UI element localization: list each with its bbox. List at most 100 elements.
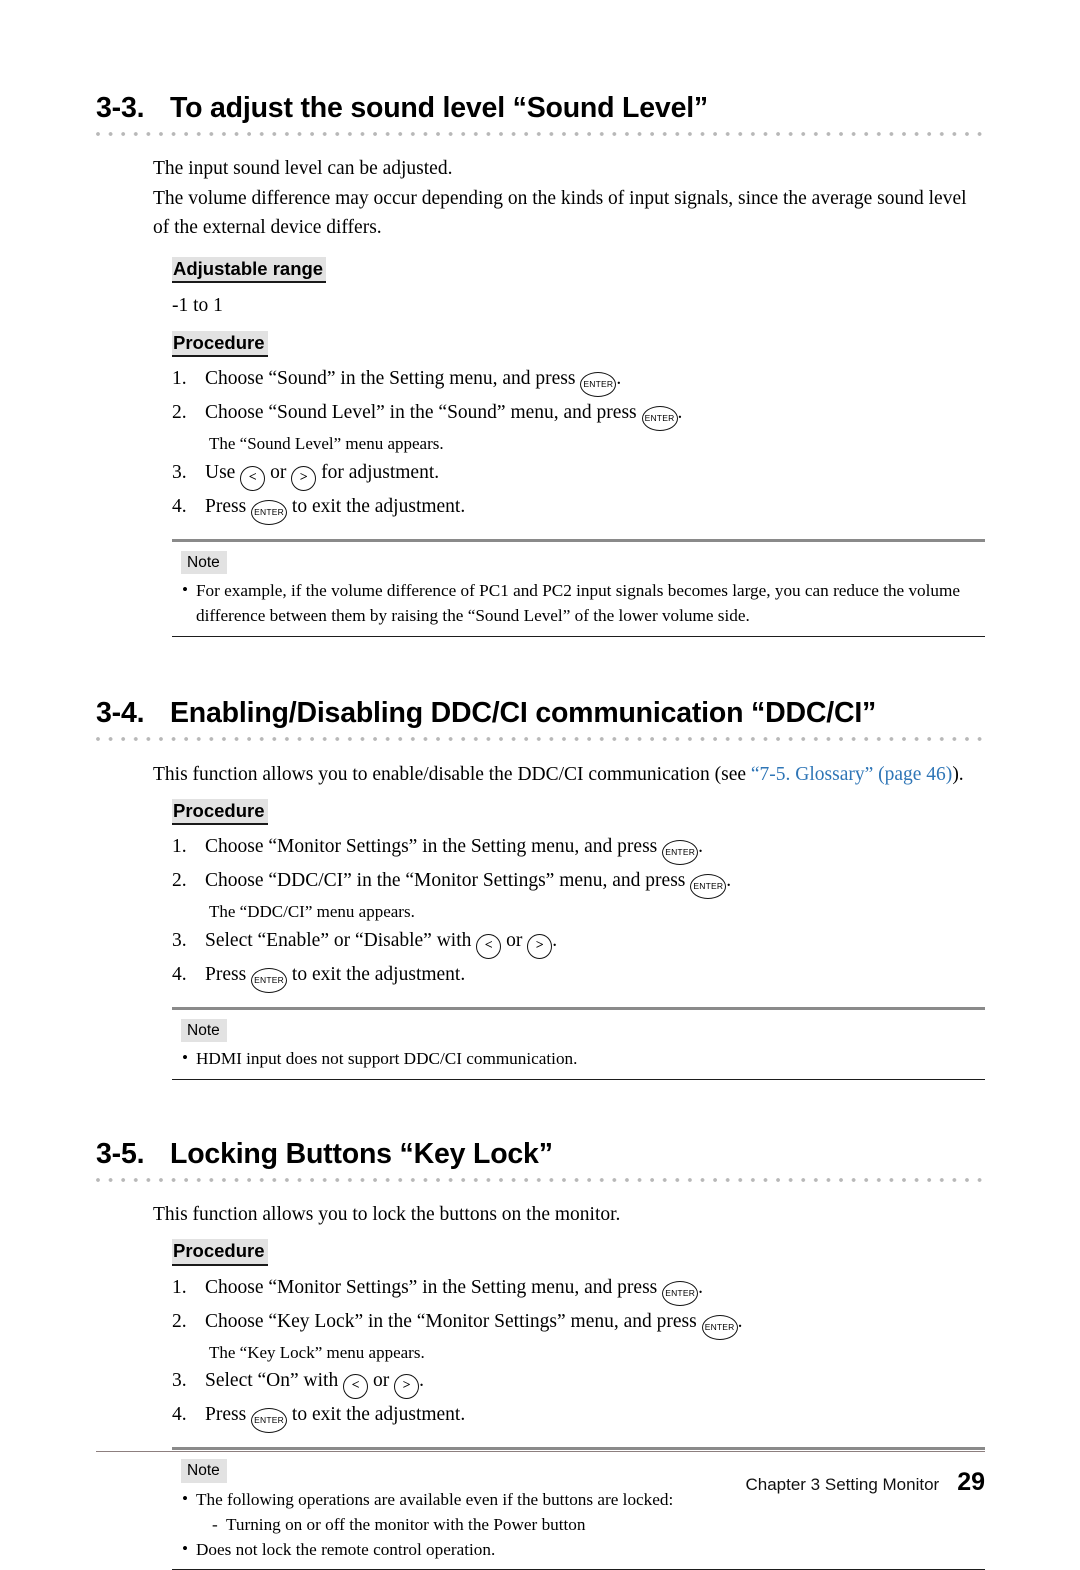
- procedure-step: 1. Choose “Monitor Settings” in the Sett…: [172, 834, 985, 865]
- right-arrow-key-icon: >: [291, 466, 317, 492]
- footer-chapter-label: Chapter 3 Setting Monitor: [745, 1475, 940, 1494]
- section-title: Enabling/Disabling DDC/CI communication …: [170, 697, 877, 730]
- step-text-pre: Select “On” with: [205, 1370, 344, 1392]
- step-text-post: to exit the adjustment.: [287, 963, 466, 985]
- step-text-pre: Select “Enable” or “Disable” with: [205, 929, 477, 951]
- step-text-pre: Press: [205, 1404, 252, 1426]
- procedure-block: Procedure: [153, 798, 985, 825]
- enter-key-icon: ENTER: [580, 372, 617, 398]
- procedure-list: 1. Choose “Sound” in the Setting menu, a…: [153, 366, 985, 526]
- procedure-list: 1. Choose “Monitor Settings” in the Sett…: [153, 834, 985, 993]
- step-number: 3.: [172, 929, 187, 951]
- section-title: Locking Buttons “Key Lock”: [170, 1137, 553, 1170]
- step-text-mid: or: [265, 462, 292, 484]
- step-subnote: The “Key Lock” menu appears.: [209, 1342, 425, 1362]
- procedure-step: 1. Choose “Monitor Settings” in the Sett…: [172, 1275, 985, 1306]
- note-block: Note • HDMI input does not support DDC/C…: [172, 1006, 985, 1080]
- enter-key-icon: ENTER: [251, 967, 288, 993]
- procedure-heading: Procedure: [172, 331, 268, 358]
- bullet-icon: •: [182, 1048, 189, 1067]
- note-text: For example, if the volume difference of…: [196, 581, 961, 626]
- step-subnote: The “Sound Level” menu appears.: [209, 434, 444, 454]
- step-text-post: to exit the adjustment.: [287, 1404, 466, 1426]
- procedure-step: 3. Select “On” with < or >.: [172, 1368, 985, 1400]
- step-text-pre: Choose “Monitor Settings” in the Setting…: [205, 1276, 663, 1298]
- step-text-post: .: [616, 368, 622, 390]
- note-sublist: - Turning on or off the monitor with the…: [196, 1513, 985, 1538]
- step-number: 2.: [172, 1310, 187, 1332]
- note-list: • The following operations are available…: [172, 1488, 985, 1563]
- step-text-post: .: [677, 402, 683, 424]
- step-number: 2.: [172, 402, 187, 424]
- procedure-heading: Procedure: [172, 1239, 268, 1266]
- note-item: • HDMI input does not support DDC/CI com…: [181, 1047, 985, 1072]
- step-number: 2.: [172, 869, 187, 891]
- footer-page-number: 29: [957, 1468, 985, 1496]
- right-arrow-key-icon: >: [527, 933, 553, 959]
- glossary-link[interactable]: “7-5. Glossary” (page 46): [751, 764, 952, 785]
- step-number: 1.: [172, 1276, 187, 1298]
- enter-key-icon: ENTER: [251, 500, 288, 526]
- document-page: 3-3. To adjust the sound level “Sound Le…: [0, 0, 1080, 1570]
- note-block: Note • For example, if the volume differ…: [172, 539, 985, 638]
- step-text-post: to exit the adjustment.: [287, 496, 466, 518]
- right-arrow-key-icon: >: [394, 1374, 420, 1400]
- step-number: 4.: [172, 496, 187, 518]
- page-footer: Chapter 3 Setting Monitor 29: [96, 1451, 985, 1497]
- step-text-post: for adjustment.: [316, 462, 440, 484]
- note-list: • For example, if the volume difference …: [172, 579, 985, 629]
- procedure-step: 4. Press ENTER to exit the adjustment.: [172, 1402, 985, 1434]
- step-text-post: .: [726, 869, 732, 891]
- dash-icon: -: [212, 1514, 218, 1534]
- note-subitem: - Turning on or off the monitor with the…: [210, 1513, 985, 1538]
- procedure-step: 2. Choose “Key Lock” in the “Monitor Set…: [172, 1309, 985, 1366]
- section-heading: 3-3. To adjust the sound level “Sound Le…: [0, 90, 1080, 128]
- step-text-pre: Press: [205, 496, 252, 518]
- procedure-step: 3. Select “Enable” or “Disable” with < o…: [172, 928, 985, 959]
- step-number: 4.: [172, 963, 187, 985]
- procedure-heading: Procedure: [172, 798, 268, 825]
- note-item: • For example, if the volume difference …: [181, 579, 985, 629]
- step-text-pre: Choose “Monitor Settings” in the Setting…: [205, 835, 663, 857]
- procedure-step: 2. Choose “DDC/CI” in the “Monitor Setti…: [172, 868, 985, 925]
- procedure-step: 3. Use < or > for adjustment.: [172, 460, 985, 492]
- step-text-pre: Choose “Sound Level” in the “Sound” menu…: [205, 402, 642, 424]
- left-arrow-key-icon: <: [476, 933, 502, 959]
- enter-key-icon: ENTER: [251, 1408, 288, 1434]
- note-text: Does not lock the remote control operati…: [196, 1539, 496, 1559]
- section-heading: 3-5. Locking Buttons “Key Lock”: [0, 1136, 1080, 1174]
- left-arrow-key-icon: <: [240, 466, 266, 492]
- adjustable-range-block: Adjustable range: [153, 256, 985, 283]
- section-3-4: 3-4. Enabling/Disabling DDC/CI communica…: [0, 637, 1080, 1080]
- step-text-pre: Press: [205, 963, 252, 985]
- procedure-block: Procedure: [153, 331, 985, 358]
- section-3-3: 3-3. To adjust the sound level “Sound Le…: [0, 0, 1080, 638]
- intro-paragraph: This function allows you to lock the but…: [153, 1203, 621, 1225]
- procedure-step: 1. Choose “Sound” in the Setting menu, a…: [172, 366, 985, 398]
- step-number: 3.: [172, 1370, 187, 1392]
- bullet-icon: •: [182, 1538, 189, 1558]
- section-number: 3-3.: [96, 92, 145, 124]
- adjustable-range-value: -1 to 1: [172, 294, 223, 316]
- note-label: Note: [181, 1018, 227, 1042]
- note-subtext: Turning on or off the monitor with the P…: [226, 1514, 586, 1534]
- footer-content: Chapter 3 Setting Monitor 29: [96, 1452, 985, 1497]
- intro-paragraph: This function allows you to enable/disab…: [153, 760, 985, 790]
- step-text-post: .: [698, 1276, 703, 1298]
- procedure-block: Procedure: [153, 1239, 985, 1266]
- note-text: HDMI input does not support DDC/CI commu…: [196, 1049, 578, 1068]
- section-body: The input sound level can be adjusted. T…: [0, 138, 1080, 638]
- step-number: 1.: [172, 835, 187, 857]
- step-text-post: .: [737, 1310, 743, 1332]
- enter-key-icon: ENTER: [690, 873, 727, 899]
- section-body: This function allows you to lock the but…: [0, 1184, 1080, 1570]
- intro-paragraph-1: The input sound level can be adjusted.: [153, 157, 453, 179]
- section-title: To adjust the sound level “Sound Level”: [170, 92, 708, 124]
- intro-text-post: ).: [952, 764, 964, 786]
- step-text-post: .: [552, 929, 558, 951]
- procedure-step: 2. Choose “Sound Level” in the “Sound” m…: [172, 400, 985, 457]
- adjustable-range-heading: Adjustable range: [172, 256, 327, 283]
- left-arrow-key-icon: <: [343, 1374, 369, 1400]
- enter-key-icon: ENTER: [641, 406, 678, 432]
- enter-key-icon: ENTER: [701, 1314, 738, 1340]
